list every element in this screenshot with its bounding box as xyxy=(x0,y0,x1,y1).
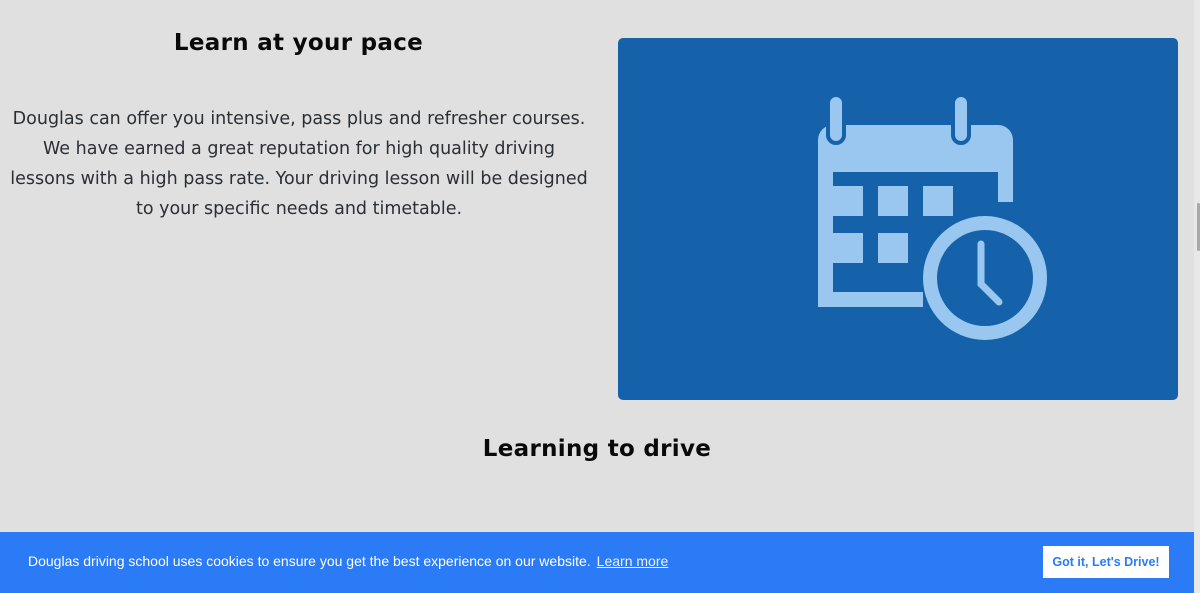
accept-cookies-button[interactable]: Got it, Let's Drive! xyxy=(1043,546,1169,578)
scrollbar[interactable] xyxy=(1194,0,1200,593)
section-description: Douglas can offer you intensive, pass pl… xyxy=(10,109,588,219)
calendar-image-panel xyxy=(618,38,1178,400)
cookie-message-wrapper: Douglas driving school uses cookies to e… xyxy=(28,553,668,569)
section-title-learn-at-your-pace: Learn at your pace xyxy=(173,30,424,56)
cookie-message: Douglas driving school uses cookies to e… xyxy=(28,553,591,569)
calendar-clock-icon xyxy=(818,93,1047,340)
section-title-learning-to-drive: Learning to drive xyxy=(482,436,712,462)
page: Learn at your pace Douglas can offer you… xyxy=(0,0,1200,593)
learn-more-link[interactable]: Learn more xyxy=(597,553,669,569)
cookie-banner: Douglas driving school uses cookies to e… xyxy=(0,532,1194,593)
